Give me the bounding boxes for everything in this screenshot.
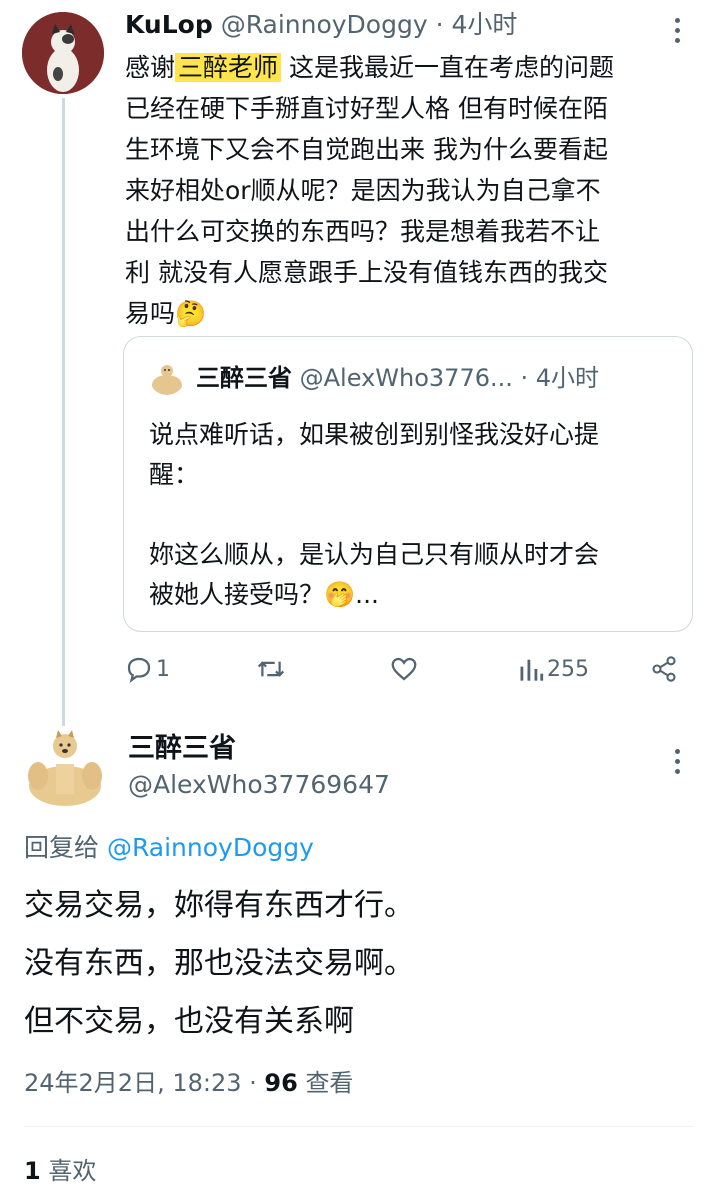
quoted-text: 说点难听话，如果被创到别怪我没好心提 醒： 妳这么顺从，是认为自己只有顺从时才会… <box>149 415 679 615</box>
reply-author-handle[interactable]: @RainnoyDoggy <box>221 10 428 39</box>
hand-over-mouth-emoji: 🤭 <box>324 580 356 609</box>
main-likes-label: 喜欢 <box>48 1157 97 1185</box>
main-likes-number: 1 <box>24 1157 41 1185</box>
doge-avatar-icon <box>152 365 182 395</box>
view-count: 255 <box>547 656 589 682</box>
quoted-author-name: 三醉三省 <box>196 364 292 392</box>
retweet-icon <box>257 661 285 677</box>
main-more-icon[interactable] <box>675 749 681 779</box>
main-timestamp[interactable]: 24年2月2日, 18:23 · <box>24 1069 264 1097</box>
main-views-label: 查看 <box>305 1069 354 1097</box>
reply-action-button[interactable]: 1 <box>124 652 170 686</box>
quoted-time: · 4小时 <box>520 364 600 392</box>
reply-header: KuLop @RainnoyDoggy · 4小时 <box>125 8 665 42</box>
heart-icon <box>391 657 417 681</box>
main-author-name[interactable]: 三醉三省 <box>128 731 236 767</box>
reply-more-icon[interactable] <box>675 18 681 48</box>
retweet-action-button[interactable] <box>255 652 287 686</box>
reply-highlight-mention: 三醉老师 <box>175 53 282 82</box>
main-views-number: 96 <box>264 1069 298 1097</box>
reply-to-label: 回复给 <box>24 833 100 862</box>
views-action-button[interactable]: 255 <box>518 652 589 686</box>
reply-count: 1 <box>156 656 170 682</box>
thread-line <box>62 98 65 726</box>
quoted-header: 三醉三省 @AlexWho3776... · 4小时 <box>196 359 686 397</box>
reply-time[interactable]: · 4小时 <box>436 10 518 39</box>
reply-to-handle-link[interactable]: @RainnoyDoggy <box>107 833 314 862</box>
reply-text-prefix: 感谢 <box>125 53 176 82</box>
share-action-button[interactable] <box>650 652 678 686</box>
divider <box>24 1126 694 1127</box>
like-action-button[interactable] <box>389 652 419 686</box>
reply-author-name[interactable]: KuLop <box>125 10 213 39</box>
reply-text-body: 这是我最近一直在考虑的问题 已经在硬下手掰直讨好型人格 但有时候在陌 生环境下又… <box>125 53 614 328</box>
main-author-handle[interactable]: @AlexWho37769647 <box>128 767 390 803</box>
quoted-avatar <box>149 359 185 395</box>
reply-to-line: 回复给 @RainnoyDoggy <box>24 830 314 866</box>
thinking-face-emoji: 🤔 <box>175 299 207 328</box>
main-tweet-text: 交易交易，妳得有东西才行。 没有东西，那也没法交易啊。 但不交易，也没有关系啊 <box>24 888 414 1039</box>
main-meta-line: 24年2月2日, 18:23 · 96 查看 <box>24 1066 353 1100</box>
reply-icon <box>127 657 151 684</box>
quoted-text-ellipsis: ... <box>355 580 379 609</box>
swole-doge-avatar-icon <box>28 730 102 806</box>
kulop-avatar[interactable] <box>22 12 104 94</box>
share-icon <box>652 656 676 682</box>
views-chart-icon <box>520 659 544 681</box>
main-likes-line[interactable]: 1 喜欢 <box>24 1154 96 1188</box>
cat-avatar-icon <box>22 12 104 94</box>
reply-text: 感谢 三醉老师 这是我最近一直在考虑的问题 已经在硬下手掰直讨好型人格 但有时候在… <box>125 47 695 334</box>
quoted-author-handle: @AlexWho3776... <box>299 364 513 392</box>
quoted-tweet-card[interactable]: 三醉三省 @AlexWho3776... · 4小时 说点难听话，如果被创到别怪… <box>123 336 693 632</box>
main-avatar[interactable] <box>24 726 106 808</box>
